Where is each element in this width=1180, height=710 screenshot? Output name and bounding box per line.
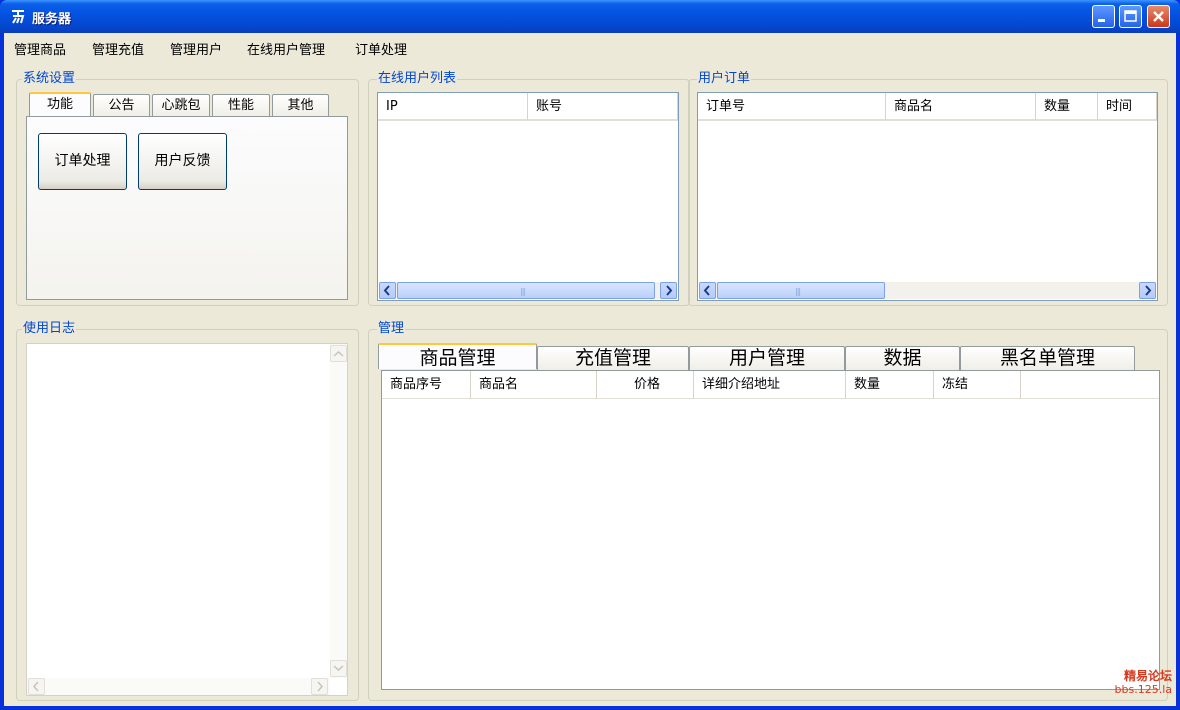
manage-tab-strip: 商品管理 充值管理 用户管理 数据 黑名单管理: [378, 343, 1158, 373]
horizontal-scrollbar[interactable]: |||: [699, 282, 1156, 299]
column-header-goods-id[interactable]: 商品序号: [382, 371, 471, 399]
scroll-right-button[interactable]: [311, 678, 328, 695]
system-settings-label: 系统设置: [22, 71, 77, 87]
watermark-title: 精易论坛: [1123, 669, 1172, 683]
manage-group: 管理 商品管理 充值管理 用户管理 数据 黑名单管理 商品序号 商品名 价格 详…: [368, 321, 1168, 701]
grip-icon: |||: [795, 287, 801, 296]
column-header-empty: [1021, 371, 1159, 399]
column-header-time[interactable]: 时间: [1098, 93, 1157, 121]
chevron-left-icon: [383, 285, 390, 296]
maximize-button[interactable]: [1119, 5, 1142, 28]
chevron-right-icon: [666, 285, 673, 296]
column-header-detail-url[interactable]: 详细介绍地址: [694, 371, 846, 399]
tab-user-manage[interactable]: 用户管理: [689, 346, 845, 370]
title-bar[interactable]: 服务器: [0, 0, 1180, 33]
online-users-list[interactable]: IP 账号 |||: [377, 92, 679, 301]
menu-online-users[interactable]: 在线用户管理: [247, 39, 325, 58]
horizontal-scrollbar[interactable]: |||: [379, 282, 677, 299]
manage-label: 管理: [377, 321, 406, 337]
horizontal-scrollbar[interactable]: [27, 678, 330, 695]
column-header-frozen[interactable]: 冻结: [934, 371, 1021, 399]
menu-manage-goods[interactable]: 管理商品: [14, 39, 66, 58]
user-feedback-button[interactable]: 用户反馈: [138, 133, 227, 190]
menu-manage-users[interactable]: 管理用户: [170, 39, 222, 58]
column-header-order-no[interactable]: 订单号: [698, 93, 886, 121]
usage-log-label: 使用日志: [22, 321, 77, 337]
minimize-icon: [1098, 19, 1105, 22]
online-users-group: 在线用户列表 IP 账号 |||: [368, 71, 690, 306]
watermark: 精易论坛 bbs.125.la: [1102, 669, 1172, 697]
scroll-right-button[interactable]: [660, 282, 677, 299]
scroll-right-button[interactable]: [1139, 282, 1156, 299]
scrollbar-thumb[interactable]: |||: [717, 282, 885, 299]
column-header-goods-quantity[interactable]: 数量: [846, 371, 934, 399]
menu-manage-recharge[interactable]: 管理充值: [92, 39, 144, 58]
window-title: 服务器: [32, 12, 72, 27]
tab-goods-manage[interactable]: 商品管理: [378, 343, 537, 369]
chevron-down-icon: [333, 665, 344, 672]
scroll-left-button[interactable]: [699, 282, 716, 299]
scroll-left-button[interactable]: [379, 282, 396, 299]
column-header-price[interactable]: 价格: [597, 371, 694, 399]
chevron-left-icon: [703, 285, 710, 296]
grip-icon: |||: [520, 287, 526, 296]
menu-bar: 管理商品 管理充值 管理用户 在线用户管理 订单处理: [4, 33, 1176, 60]
column-header-quantity[interactable]: 数量: [1036, 93, 1098, 121]
scrollbar-thumb[interactable]: |||: [397, 282, 655, 299]
scroll-down-button[interactable]: [330, 660, 347, 677]
chevron-up-icon: [333, 350, 344, 357]
tab-data[interactable]: 数据: [845, 346, 960, 370]
usage-log-group: 使用日志: [16, 321, 359, 701]
tab-performance[interactable]: 性能: [212, 94, 270, 116]
minimize-button[interactable]: [1092, 5, 1115, 28]
chevron-left-icon: [32, 681, 39, 692]
order-processing-button[interactable]: 订单处理: [38, 133, 127, 190]
scroll-up-button[interactable]: [330, 345, 347, 362]
client-area: 管理商品 管理充值 管理用户 在线用户管理 订单处理 系统设置 功能 公告 心跳…: [4, 33, 1176, 706]
vertical-scrollbar[interactable]: [330, 344, 347, 678]
tab-other[interactable]: 其他: [272, 94, 329, 116]
watermark-url: bbs.125.la: [1114, 683, 1172, 696]
system-settings-group: 系统设置 功能 公告 心跳包 性能 其他 订单处理 用户反馈: [16, 71, 359, 306]
maximize-icon: [1124, 10, 1137, 22]
chevron-right-icon: [1145, 285, 1152, 296]
app-icon: [12, 10, 25, 24]
scroll-left-button[interactable]: [28, 678, 45, 695]
app-window: 服务器 管理商品 管理充值 管理用户 在线用户管理 订单处理 系统设置 功能 公…: [0, 0, 1180, 710]
online-users-label: 在线用户列表: [377, 71, 458, 87]
user-orders-list[interactable]: 订单号 商品名 数量 时间 |||: [697, 92, 1158, 301]
tab-recharge-manage[interactable]: 充值管理: [537, 346, 689, 370]
tab-blacklist-manage[interactable]: 黑名单管理: [960, 346, 1135, 370]
column-header-goods-name[interactable]: 商品名: [471, 371, 597, 399]
chevron-right-icon: [317, 681, 324, 692]
tab-notice[interactable]: 公告: [93, 94, 150, 116]
user-orders-label: 用户订单: [697, 71, 752, 87]
tab-function[interactable]: 功能: [29, 92, 91, 117]
tab-heartbeat[interactable]: 心跳包: [152, 94, 210, 116]
close-button[interactable]: [1147, 5, 1170, 28]
column-header-product-name[interactable]: 商品名: [886, 93, 1036, 121]
goods-list[interactable]: 商品序号 商品名 价格 详细介绍地址 数量 冻结: [381, 370, 1160, 690]
column-header-ip[interactable]: IP: [378, 93, 528, 121]
close-icon: [1153, 11, 1164, 22]
function-tab-panel: 订单处理 用户反馈: [26, 116, 348, 300]
menu-order-processing[interactable]: 订单处理: [355, 39, 407, 58]
user-orders-group: 用户订单 订单号 商品名 数量 时间 |||: [688, 71, 1168, 306]
column-header-account[interactable]: 账号: [528, 93, 678, 121]
usage-log-textbox[interactable]: [26, 343, 348, 696]
